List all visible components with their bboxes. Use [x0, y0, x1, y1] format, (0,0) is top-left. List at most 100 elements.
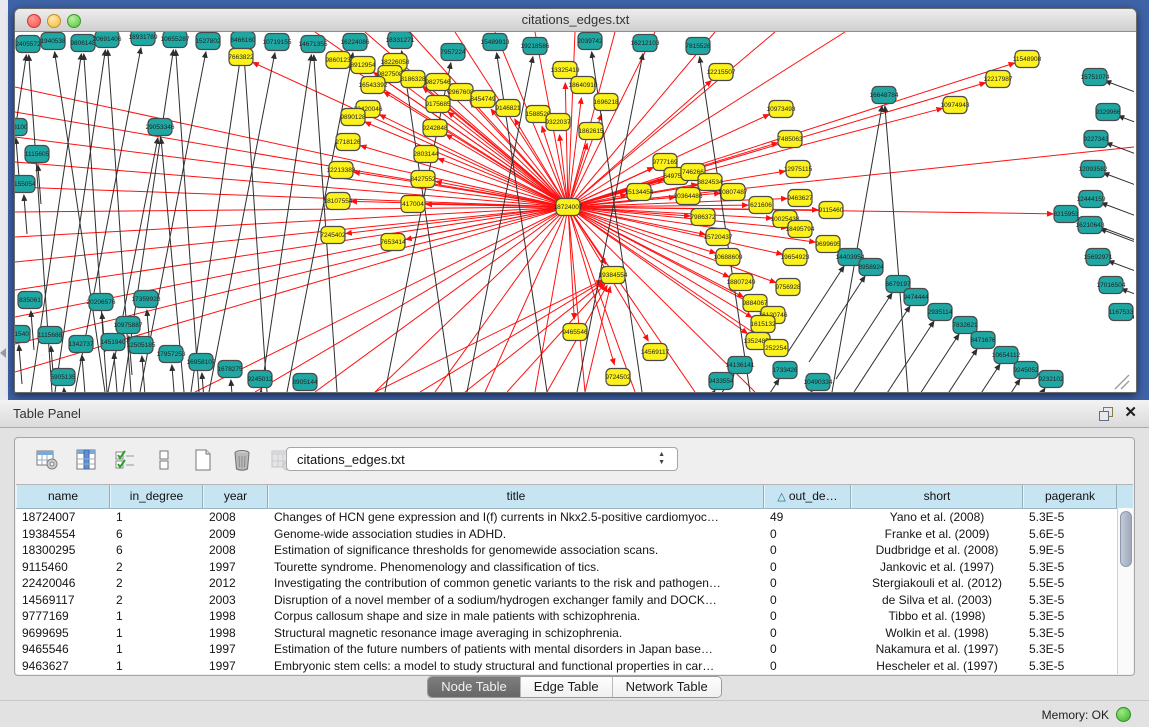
graph-node[interactable]: 1615132 [750, 316, 776, 333]
graph-node[interactable]: 8186328 [400, 71, 426, 88]
graph-node[interactable]: 1451940 [100, 334, 126, 351]
graph-node[interactable]: 16212103 [631, 35, 660, 52]
graph-node[interactable]: 9245012 [247, 371, 273, 388]
graph-node[interactable]: 14569117 [641, 344, 670, 361]
graph-node[interactable]: 19654923 [781, 249, 810, 266]
graph-node[interactable]: 2718126 [335, 134, 361, 151]
graph-node[interactable]: 9115460 [819, 202, 844, 219]
graph-node[interactable]: 11548908 [1013, 51, 1042, 68]
graph-node[interactable]: 20364486 [674, 188, 703, 205]
graph-node[interactable]: 9465546 [562, 324, 588, 341]
column-header-pagerank[interactable]: pagerank [1023, 485, 1117, 508]
graph-node[interactable]: 7485063 [777, 131, 803, 148]
graph-node[interactable]: 1733426 [772, 362, 798, 379]
graph-node[interactable]: 10688609 [714, 249, 743, 266]
graph-node[interactable]: 7986372 [690, 209, 716, 226]
table-row[interactable]: 946362711997Embryonic stem cells: a mode… [16, 658, 1133, 675]
graph-node[interactable]: 12213383 [327, 162, 356, 179]
graph-node[interactable]: 8466160 [230, 32, 256, 49]
graph-node[interactable]: 9146821 [495, 100, 521, 117]
column-header-name[interactable]: name [16, 485, 110, 508]
graph-node[interactable]: 417004 [401, 196, 425, 213]
graph-node[interactable]: 15751074 [1081, 69, 1110, 86]
graph-node[interactable]: 8912954 [350, 57, 376, 74]
table-row[interactable]: 1456911722003Disruption of a novel membe… [16, 592, 1133, 609]
graph-node[interactable]: 12215507 [707, 64, 736, 81]
graph-node[interactable]: 12444159 [1077, 191, 1106, 208]
unselect-all-icon[interactable] [150, 446, 178, 474]
panel-collapse-arrow-icon[interactable] [0, 348, 6, 358]
table-row[interactable]: 1938455462009Genome-wide association stu… [16, 526, 1133, 543]
graph-node[interactable]: 2935114 [928, 304, 953, 321]
graph-node[interactable]: 9890128 [340, 109, 366, 126]
graph-node[interactable]: 29053346 [146, 119, 175, 136]
graph-node[interactable]: 18640910 [569, 77, 598, 94]
table-row[interactable]: 969969511998Structural magnetic resonanc… [16, 625, 1133, 642]
network-window[interactable]: citations_edges.txt 18724007240557219405… [14, 8, 1137, 393]
graph-node[interactable]: 20206576 [87, 294, 116, 311]
graph-node[interactable]: 14671355 [299, 36, 328, 53]
graph-node[interactable]: 9175685 [425, 96, 451, 113]
column-header-short[interactable]: short [851, 485, 1023, 508]
resize-grip-icon[interactable] [1115, 375, 1129, 389]
graph-node[interactable]: 16210643 [1076, 217, 1105, 234]
graph-node[interactable]: 15134454 [625, 184, 654, 201]
graph-node[interactable]: 2039742 [577, 33, 603, 50]
graph-node[interactable]: 18724007 [554, 199, 583, 216]
graph-node[interactable]: 20691406 [93, 32, 122, 48]
table-row[interactable]: 946554611997Estimation of the future num… [16, 641, 1133, 658]
graph-node[interactable]: 252254 [764, 340, 788, 357]
graph-node[interactable]: 10973493 [767, 101, 796, 118]
graph-node[interactable]: 1115605 [25, 146, 50, 163]
graph-node[interactable]: 10490334 [804, 374, 833, 391]
graph-node[interactable]: 10807487 [719, 184, 748, 201]
graph-node[interactable]: 14136141 [726, 357, 755, 374]
table-selector-combo[interactable]: citations_edges.txt ▲▼ [286, 447, 678, 471]
graph-node[interactable]: 15489913 [481, 34, 510, 51]
graph-node[interactable]: 16648784 [870, 87, 899, 104]
graph-node[interactable]: 10974943 [941, 97, 970, 114]
graph-node[interactable]: 12093582 [1079, 161, 1108, 178]
graph-node[interactable]: 3824534 [697, 174, 723, 191]
graph-node[interactable]: 12217987 [984, 71, 1013, 88]
graph-node[interactable]: 2405572 [15, 36, 41, 53]
table-row[interactable]: 911546021997Tourette syndrome. Phenomeno… [16, 559, 1133, 576]
delete-table-icon[interactable] [228, 446, 256, 474]
close-panel-icon[interactable]: ✕ [1124, 404, 1137, 422]
graph-node[interactable]: 12975115 [784, 161, 813, 178]
graph-node[interactable]: 1342737 [68, 336, 94, 353]
graph-node[interactable]: 1527802 [195, 33, 221, 50]
graph-node[interactable]: 8471676 [970, 332, 996, 349]
graph-node[interactable]: 15720437 [704, 229, 733, 246]
graph-node[interactable]: 9245052 [1013, 362, 1039, 379]
graph-node[interactable]: 18331271 [386, 32, 415, 49]
graph-node[interactable]: 8905144 [292, 374, 318, 391]
graph-node[interactable]: 17957253 [157, 346, 186, 363]
graph-node[interactable]: 7957224 [440, 44, 466, 61]
graph-node[interactable]: 8427552 [410, 171, 436, 188]
graph-node[interactable]: 2603100 [15, 119, 28, 136]
table-settings-icon[interactable] [33, 446, 61, 474]
graph-node[interactable]: 7815526 [685, 38, 711, 55]
tab-network-table[interactable]: Network Table [613, 677, 721, 697]
graph-node[interactable]: 835061 [18, 292, 42, 309]
graph-node[interactable]: 9329966 [1095, 104, 1121, 121]
graph-node[interactable]: 10719155 [263, 34, 292, 51]
graph-node[interactable]: 1862615 [578, 123, 604, 140]
column-header-title[interactable]: title [268, 485, 764, 508]
graph-node[interactable]: 19384554 [599, 267, 628, 284]
graph-node[interactable]: 2803144 [413, 146, 439, 163]
graph-node[interactable]: 17359928 [132, 291, 161, 308]
graph-node[interactable]: 5905135 [50, 369, 76, 386]
graph-node[interactable]: 18931789 [129, 32, 158, 46]
graph-node[interactable]: 9724502 [605, 369, 631, 386]
graph-node[interactable]: 18107554 [324, 193, 353, 210]
graph-node[interactable]: 9474444 [903, 289, 929, 306]
graph-node[interactable]: 9827546 [425, 74, 451, 91]
table-scrollbar[interactable] [1117, 508, 1133, 674]
column-header-year[interactable]: year [203, 485, 268, 508]
tab-edge-table[interactable]: Edge Table [521, 677, 613, 697]
graph-node[interactable]: 9155054 [15, 176, 36, 193]
graph-node[interactable]: 9463627 [787, 190, 813, 207]
graph-node[interactable]: 12505185 [127, 337, 156, 354]
